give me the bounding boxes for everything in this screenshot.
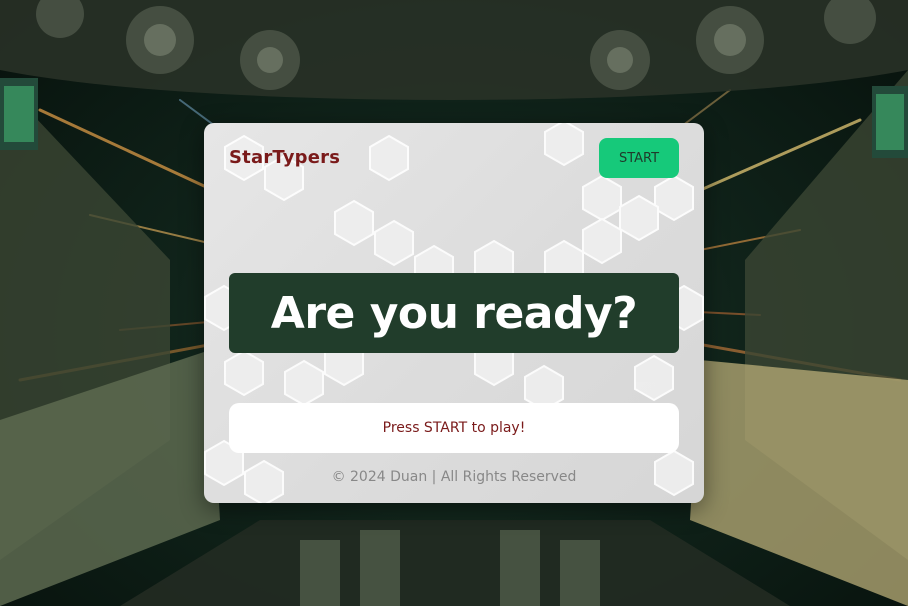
menu-card: StarTypers START Are you ready? Press ST… bbox=[204, 123, 704, 503]
brand-title: StarTypers bbox=[229, 147, 341, 168]
copyright-footer: © 2024 Duan | All Rights Reserved bbox=[331, 469, 577, 485]
ready-banner: Are you ready? bbox=[229, 273, 679, 353]
prompt-text: Press START to play! bbox=[382, 420, 526, 436]
prompt-box: Press START to play! bbox=[229, 403, 679, 453]
ready-headline: Are you ready? bbox=[270, 287, 638, 339]
start-button[interactable]: START bbox=[599, 138, 679, 178]
